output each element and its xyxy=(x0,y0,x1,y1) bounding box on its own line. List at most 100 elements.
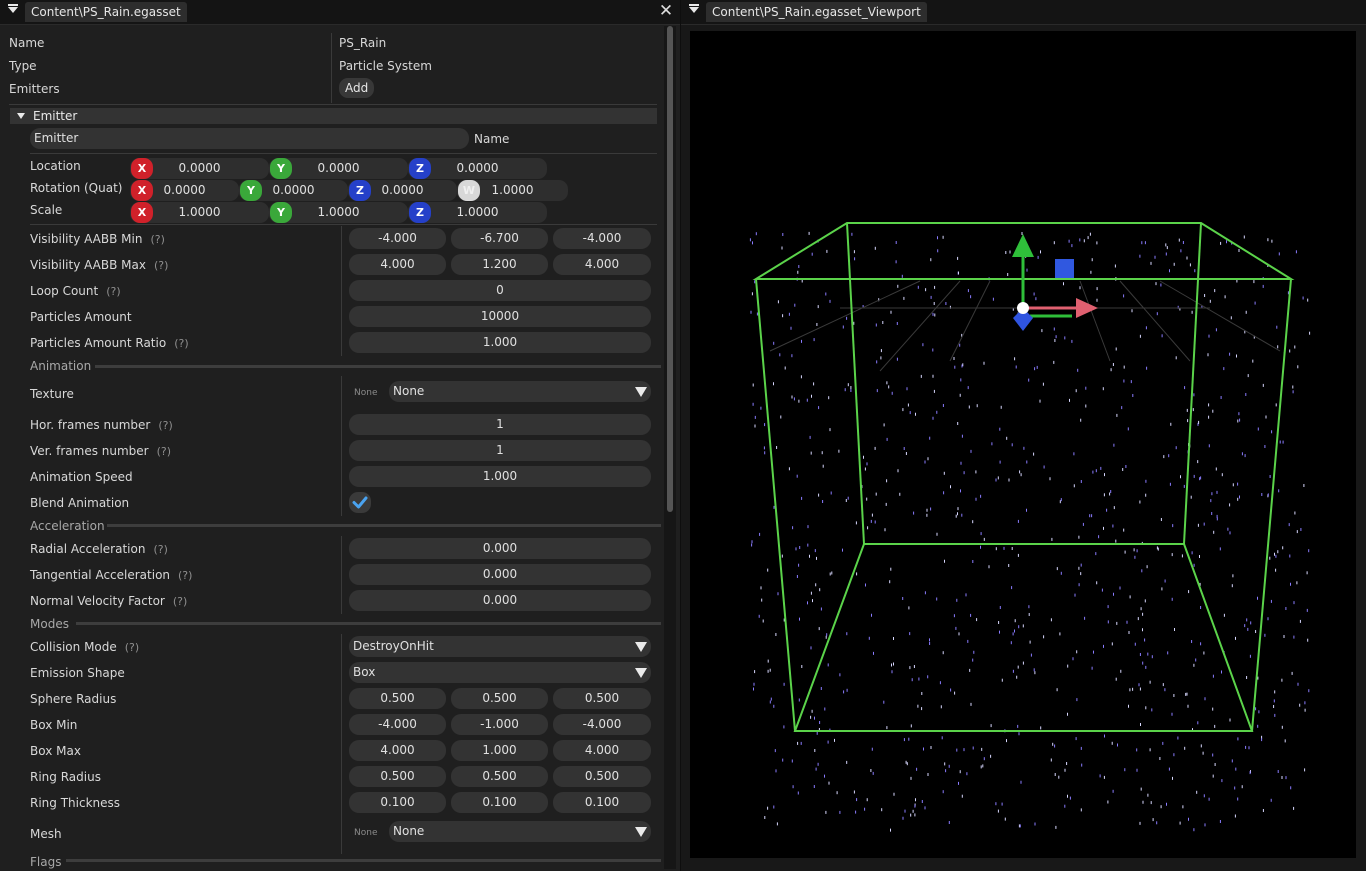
ring-thickness-x[interactable]: 0.100 xyxy=(349,792,446,813)
normal-vel-field[interactable]: 0.000 xyxy=(349,590,651,611)
hor-frames-field[interactable]: 1 xyxy=(349,414,651,435)
scale-label: Scale xyxy=(30,203,63,217)
loop-count-field[interactable]: 0 xyxy=(349,280,651,301)
modes-section-label: Modes xyxy=(30,617,69,631)
help-icon[interactable]: (?) xyxy=(174,337,188,350)
help-icon[interactable]: (?) xyxy=(150,233,164,246)
emission-shape-dropdown[interactable]: Box xyxy=(349,662,651,683)
ver-frames-field[interactable]: 1 xyxy=(349,440,651,461)
help-icon[interactable]: (?) xyxy=(125,641,139,654)
properties-tab[interactable]: Content\PS_Rain.egasset xyxy=(25,2,187,22)
acceleration-section-label: Acceleration xyxy=(30,519,105,533)
help-icon[interactable]: (?) xyxy=(158,419,172,432)
column-divider xyxy=(331,33,332,103)
emitter-name-input[interactable]: Emitter xyxy=(30,128,469,149)
help-icon[interactable]: (?) xyxy=(153,543,167,556)
particles-ratio-label: Particles Amount Ratio (?) xyxy=(30,336,189,350)
help-icon[interactable]: (?) xyxy=(173,595,187,608)
mesh-value: None xyxy=(393,824,425,838)
collapse-arrow-icon xyxy=(17,113,25,119)
properties-titlebar: Content\PS_Rain.egasset ✕ xyxy=(0,0,680,25)
vis-aabb-max-y[interactable]: 1.200 xyxy=(451,254,548,275)
anim-speed-field[interactable]: 1.000 xyxy=(349,466,651,487)
sphere-radius-y[interactable]: 0.500 xyxy=(451,688,548,709)
box-min-x[interactable]: -4.000 xyxy=(349,714,446,735)
sphere-radius-label: Sphere Radius xyxy=(30,692,117,706)
particles-amount-field[interactable]: 10000 xyxy=(349,306,651,327)
texture-value: None xyxy=(393,384,425,398)
radial-acc-label: Radial Acceleration (?) xyxy=(30,542,168,556)
ring-radius-z[interactable]: 0.500 xyxy=(553,766,651,787)
close-icon[interactable]: ✕ xyxy=(658,3,674,20)
transform-gizmo[interactable] xyxy=(1012,234,1098,331)
box-max-label: Box Max xyxy=(30,744,81,758)
checkmark-icon xyxy=(352,496,368,509)
scrollbar-thumb[interactable] xyxy=(667,26,673,512)
sphere-radius-z[interactable]: 0.500 xyxy=(553,688,651,709)
vis-aabb-min-label: Visibility AABB Min (?) xyxy=(30,232,165,246)
box-max-x[interactable]: 4.000 xyxy=(349,740,446,761)
box-min-z[interactable]: -4.000 xyxy=(553,714,651,735)
collision-mode-dropdown[interactable]: DestroyOnHit xyxy=(349,636,651,657)
tangential-acc-field[interactable]: 0.000 xyxy=(349,564,651,585)
dropdown-arrow-icon xyxy=(635,387,647,397)
rotation-label: Rotation (Quat) xyxy=(30,181,123,195)
sphere-radius-x[interactable]: 0.500 xyxy=(349,688,446,709)
location-label: Location xyxy=(30,159,81,173)
radial-acc-field[interactable]: 0.000 xyxy=(349,538,651,559)
vis-aabb-max-label: Visibility AABB Max (?) xyxy=(30,258,169,272)
help-icon[interactable]: (?) xyxy=(106,285,120,298)
separator xyxy=(107,524,661,527)
ring-radius-y[interactable]: 0.500 xyxy=(451,766,548,787)
vis-aabb-max-x[interactable]: 4.000 xyxy=(349,254,446,275)
box-min-y[interactable]: -1.000 xyxy=(451,714,548,735)
axis-x-badge: X xyxy=(131,180,153,201)
particles-ratio-field[interactable]: 1.000 xyxy=(349,332,651,353)
texture-dropdown[interactable]: None xyxy=(389,381,651,402)
vis-aabb-min-x[interactable]: -4.000 xyxy=(349,228,446,249)
scene-render xyxy=(749,222,1311,832)
flags-section-label: Flags xyxy=(30,855,62,869)
add-emitter-button[interactable]: Add xyxy=(339,78,375,98)
divider xyxy=(9,104,657,105)
window-menu-icon[interactable] xyxy=(689,4,699,13)
mesh-dropdown[interactable]: None xyxy=(389,821,651,842)
normal-vel-label: Normal Velocity Factor (?) xyxy=(30,594,188,608)
vis-aabb-min-z[interactable]: -4.000 xyxy=(553,228,651,249)
help-icon[interactable]: (?) xyxy=(178,569,192,582)
axis-z-badge: Z xyxy=(349,180,371,201)
ring-thickness-y[interactable]: 0.100 xyxy=(451,792,548,813)
hor-frames-label: Hor. frames number (?) xyxy=(30,418,173,432)
box-max-y[interactable]: 1.000 xyxy=(451,740,548,761)
name-value: PS_Rain xyxy=(339,36,387,50)
viewport-panel: Content\PS_Rain.egasset_Viewport xyxy=(681,0,1366,871)
help-icon[interactable]: (?) xyxy=(154,259,168,272)
divider xyxy=(30,153,657,154)
dropdown-arrow-icon xyxy=(635,642,647,652)
emission-shape-label: Emission Shape xyxy=(30,666,125,680)
ver-frames-label: Ver. frames number (?) xyxy=(30,444,172,458)
viewport-titlebar: Content\PS_Rain.egasset_Viewport xyxy=(681,0,1366,25)
collision-mode-label: Collision Mode (?) xyxy=(30,640,140,654)
help-icon[interactable]: (?) xyxy=(157,445,171,458)
mesh-label: Mesh xyxy=(30,827,62,841)
loop-count-label: Loop Count (?) xyxy=(30,284,121,298)
texture-thumbnail: None xyxy=(354,388,378,398)
window-menu-icon[interactable] xyxy=(8,4,18,13)
ring-thickness-z[interactable]: 0.100 xyxy=(553,792,651,813)
axis-z-badge: Z xyxy=(409,158,431,179)
column-divider xyxy=(341,226,342,356)
blend-anim-checkbox[interactable] xyxy=(349,492,371,513)
axis-y-badge: Y xyxy=(240,180,262,201)
animation-section-label: Animation xyxy=(30,359,92,373)
vis-aabb-min-y[interactable]: -6.700 xyxy=(451,228,548,249)
ring-radius-x[interactable]: 0.500 xyxy=(349,766,446,787)
viewport-tab[interactable]: Content\PS_Rain.egasset_Viewport xyxy=(706,2,927,22)
emitter-name-label: Name xyxy=(474,132,510,146)
vis-aabb-max-z[interactable]: 4.000 xyxy=(553,254,651,275)
box-max-z[interactable]: 4.000 xyxy=(553,740,651,761)
axis-x-badge: X xyxy=(131,202,153,223)
mesh-thumbnail: None xyxy=(354,828,378,838)
emitter-section-header[interactable]: Emitter xyxy=(10,108,657,124)
viewport-canvas[interactable] xyxy=(690,31,1356,858)
